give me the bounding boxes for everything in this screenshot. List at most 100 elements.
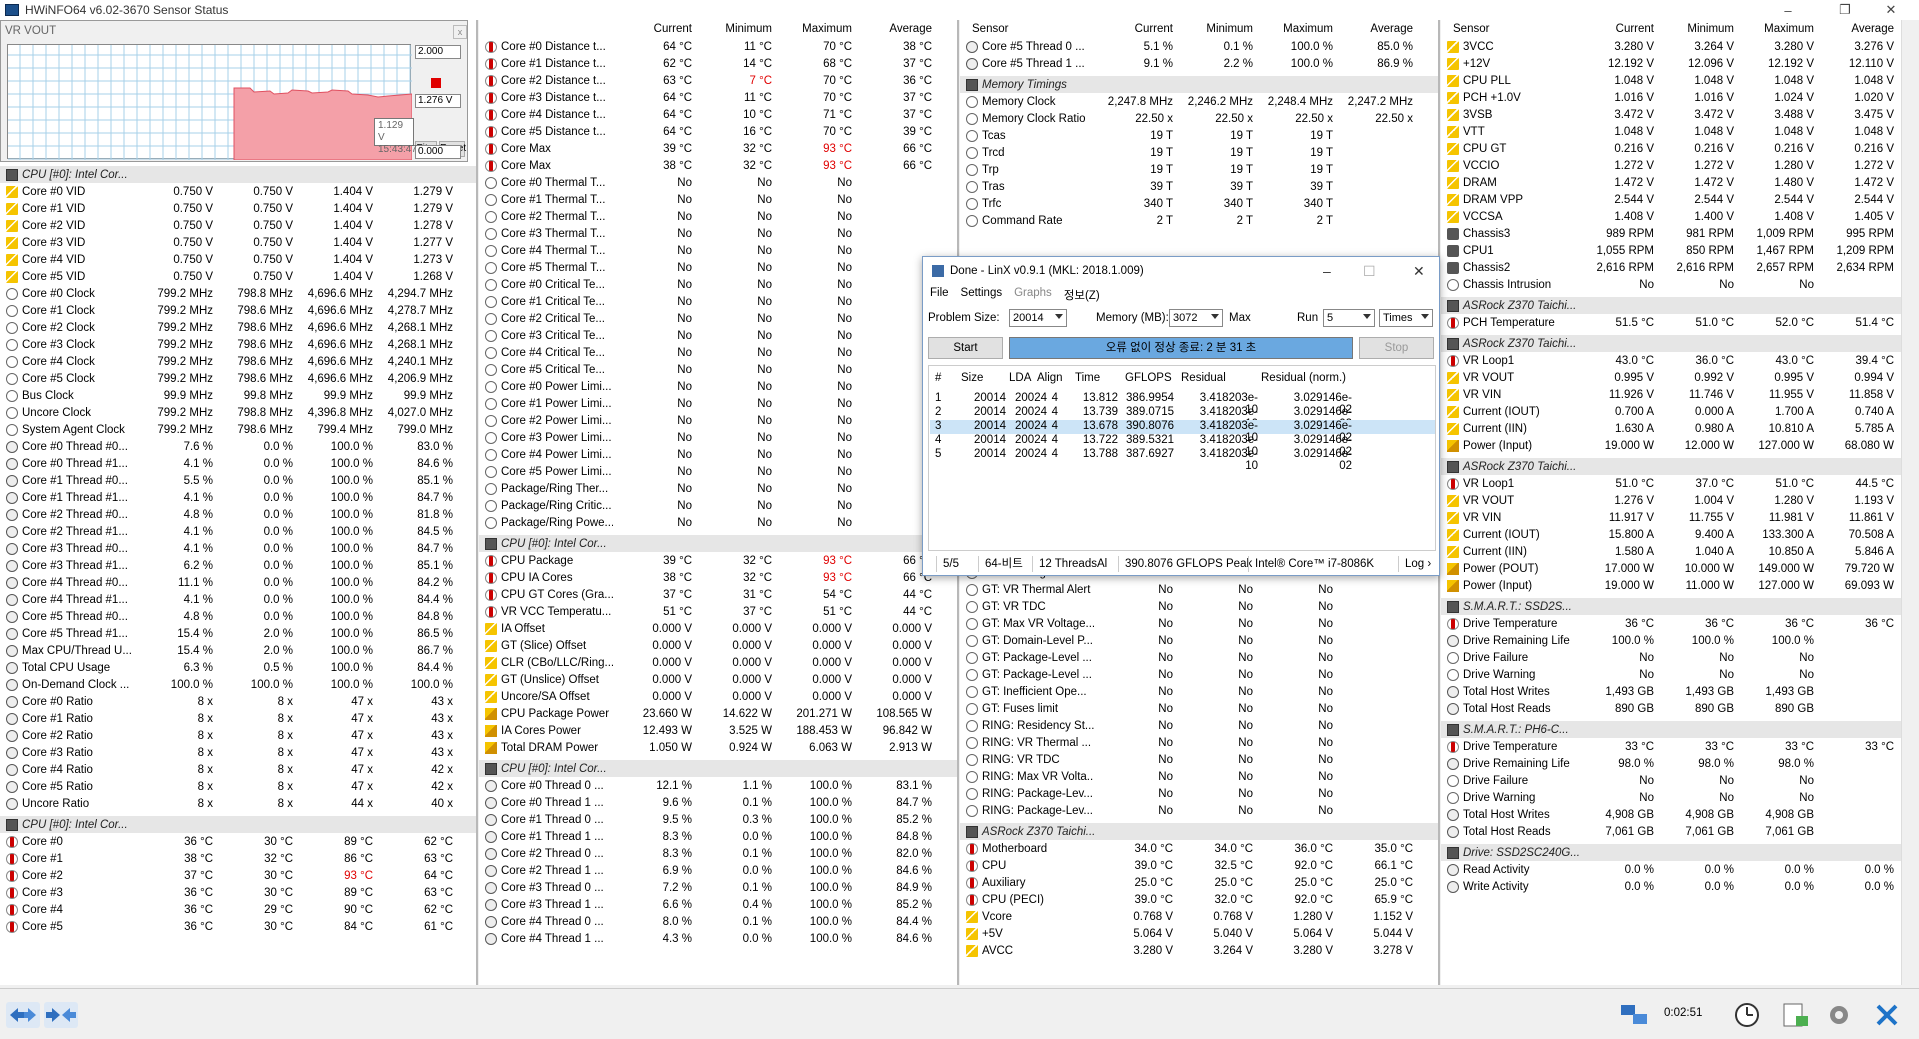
- sensor-row[interactable]: Core #1 Thread #1... 4.1 % 0.0 % 100.0 % 84.…: [0, 489, 476, 506]
- sensor-row[interactable]: GT: Max VR Voltage... No No No: [960, 615, 1438, 632]
- sensor-row[interactable]: CPU IA Cores 38 °C 32 °C 93 °C 66 °C: [479, 569, 957, 586]
- sensor-row[interactable]: Write Activity 0.0 % 0.0 % 0.0 % 0.0 %: [1441, 878, 1919, 895]
- sensor-row[interactable]: 3VCC 3.280 V 3.264 V 3.280 V 3.276 V: [1441, 38, 1919, 55]
- sensor-row[interactable]: Motherboard 34.0 °C 34.0 °C 36.0 °C 35.0 °C: [960, 840, 1438, 857]
- sensor-row[interactable]: VCCSA 1.408 V 1.400 V 1.408 V 1.405 V: [1441, 208, 1919, 225]
- sensor-row[interactable]: Current (IOUT) 0.700 A 0.000 A 1.700 A 0.740…: [1441, 403, 1919, 420]
- graph-min-box[interactable]: 0.000: [415, 145, 461, 159]
- status-field[interactable]: Log ›: [1398, 556, 1431, 572]
- sensor-row[interactable]: GT (Slice) Offset 0.000 V 0.000 V 0.000 V 0.…: [479, 637, 957, 654]
- menu-info[interactable]: 정보(Z): [1064, 287, 1100, 303]
- sensor-row[interactable]: Core #5 VID 0.750 V 0.750 V 1.404 V 1.268 V: [0, 268, 476, 285]
- sensor-row[interactable]: +5V 5.064 V 5.040 V 5.064 V 5.044 V: [960, 925, 1438, 942]
- sensor-row[interactable]: CPU PLL 1.048 V 1.048 V 1.048 V 1.048 V: [1441, 72, 1919, 89]
- sensor-row[interactable]: IA Offset 0.000 V 0.000 V 0.000 V 0.000 V: [479, 620, 957, 637]
- sensor-row[interactable]: Core #1 Thermal T... No No No: [479, 191, 957, 208]
- group-header[interactable]: ASRock Z370 Taichi...: [1441, 335, 1919, 352]
- sensor-row[interactable]: Drive Failure No No No: [1441, 649, 1919, 666]
- sensor-row[interactable]: VR VOUT 1.276 V 1.004 V 1.280 V 1.193 V: [1441, 492, 1919, 509]
- sensor-row[interactable]: Core #0 VID 0.750 V 0.750 V 1.404 V 1.279 V: [0, 183, 476, 200]
- sensor-row[interactable]: Core #4 36 °C 29 °C 90 °C 62 °C: [0, 901, 476, 918]
- sensor-row[interactable]: Package/Ring Critic... No No No: [479, 497, 957, 514]
- sensor-row[interactable]: Core #4 Thermal T... No No No: [479, 242, 957, 259]
- sensor-row[interactable]: Total Host Writes 1,493 GB 1,493 GB 1,493 G…: [1441, 683, 1919, 700]
- sensor-row[interactable]: On-Demand Clock ... 100.0 % 100.0 % 100.0 %…: [0, 676, 476, 693]
- results-row[interactable]: 22001420024413.739389.07153.418203e-103.…: [930, 406, 1435, 430]
- sensor-row[interactable]: RING: Residency St... No No No: [960, 717, 1438, 734]
- sensor-row[interactable]: Core #5 Clock 799.2 MHz 798.6 MHz 4,696.6 M…: [0, 370, 476, 387]
- sensor-row[interactable]: Drive Remaining Life 100.0 % 100.0 % 100.0 …: [1441, 632, 1919, 649]
- sensor-row[interactable]: Core #3 Distance t... 64 °C 11 °C 70 °C 37 °…: [479, 89, 957, 106]
- sensor-row[interactable]: Core #1 Thread #0... 5.5 % 0.0 % 100.0 % 85.…: [0, 472, 476, 489]
- sensor-row[interactable]: CPU Package 39 °C 32 °C 93 °C 66 °C: [479, 552, 957, 569]
- linx-minimize-button[interactable]: –: [1323, 263, 1331, 279]
- sensor-row[interactable]: Tras 39 T 39 T 39 T: [960, 178, 1438, 195]
- sensor-row[interactable]: Core #0 36 °C 30 °C 89 °C 62 °C: [0, 833, 476, 850]
- sensor-row[interactable]: Uncore Ratio 8 x 8 x 44 x 40 x: [0, 795, 476, 812]
- group-header[interactable]: CPU [#0]: Intel Cor...: [0, 166, 476, 183]
- sensor-row[interactable]: IA Cores Power 12.493 W 3.525 W 188.453 W 96…: [479, 722, 957, 739]
- sensor-row[interactable]: 3VSB 3.472 V 3.472 V 3.488 V 3.475 V: [1441, 106, 1919, 123]
- graph-color-swatch[interactable]: [431, 78, 441, 88]
- sensor-row[interactable]: Core #4 Power Limi... No No No: [479, 446, 957, 463]
- group-header[interactable]: Drive: SSD2SC240G...: [1441, 844, 1919, 861]
- sensor-row[interactable]: Power (Input) 19.000 W 11.000 W 127.000 W 69…: [1441, 577, 1919, 594]
- sensor-row[interactable]: Core #0 Thread #0... 7.6 % 0.0 % 100.0 % 83.…: [0, 438, 476, 455]
- sensor-row[interactable]: CPU1 1,055 RPM 850 RPM 1,467 RPM 1,209 RPM: [1441, 242, 1919, 259]
- sensor-row[interactable]: Bus Clock 99.9 MHz 99.8 MHz 99.9 MHz 99.9 MH…: [0, 387, 476, 404]
- sensor-row[interactable]: GT (Unslice) Offset 0.000 V 0.000 V 0.000 V…: [479, 671, 957, 688]
- sensor-row[interactable]: Chassis Intrusion No No No: [1441, 276, 1919, 293]
- sensor-row[interactable]: GT: Package-Level ... No No No: [960, 666, 1438, 683]
- sensor-row[interactable]: Core #5 Power Limi... No No No: [479, 463, 957, 480]
- sensor-row[interactable]: Core #4 VID 0.750 V 0.750 V 1.404 V 1.273 V: [0, 251, 476, 268]
- sensor-row[interactable]: VR VOUT 0.995 V 0.992 V 0.995 V 0.994 V: [1441, 369, 1919, 386]
- sensor-row[interactable]: Core #0 Clock 799.2 MHz 798.8 MHz 4,696.6 M…: [0, 285, 476, 302]
- times-select[interactable]: Times: [1379, 309, 1433, 327]
- sensor-row[interactable]: Drive Warning No No No: [1441, 666, 1919, 683]
- sensor-row[interactable]: Uncore Clock 799.2 MHz 798.8 MHz 4,396.8 MH…: [0, 404, 476, 421]
- linx-window[interactable]: Done - LinX v0.9.1 (MKL: 2018.1.009) – ☐…: [922, 256, 1440, 576]
- sensor-row[interactable]: CPU (PECI) 39.0 °C 32.0 °C 92.0 °C 65.9 °C: [960, 891, 1438, 908]
- sensor-row[interactable]: Core #5 36 °C 30 °C 84 °C 61 °C: [0, 918, 476, 935]
- sensor-row[interactable]: Core #4 Thread 0 ... 8.0 % 0.1 % 100.0 % 84.…: [479, 913, 957, 930]
- stop-button[interactable]: Stop: [1359, 337, 1434, 359]
- sensor-row[interactable]: Core #5 Critical Te... No No No: [479, 361, 957, 378]
- sensor-row[interactable]: Core #3 Ratio 8 x 8 x 47 x 43 x: [0, 744, 476, 761]
- sensor-row[interactable]: Core #3 Thread 1 ... 6.6 % 0.4 % 100.0 % 85.…: [479, 896, 957, 913]
- results-row[interactable]: 5 20014 20024 4 13.788 387.6927 3.418203e-10 3.…: [930, 448, 1435, 472]
- sensor-row[interactable]: PCH +1.0V 1.016 V 1.016 V 1.024 V 1.020 V: [1441, 89, 1919, 106]
- sensor-row[interactable]: Core #3 Thermal T... No No No: [479, 225, 957, 242]
- sensor-row[interactable]: Tcas 19 T 19 T 19 T: [960, 127, 1438, 144]
- sensor-row[interactable]: Core #4 Thread #0... 11.1 % 0.0 % 100.0 % 84…: [0, 574, 476, 591]
- sensor-row[interactable]: Read Activity 0.0 % 0.0 % 0.0 % 0.0 %: [1441, 861, 1919, 878]
- sensor-row[interactable]: PCH Temperature 51.5 °C 51.0 °C 52.0 °C 51.4…: [1441, 314, 1919, 331]
- sensor-row[interactable]: Core #0 Thread 0 ... 12.1 % 1.1 % 100.0 % 83…: [479, 777, 957, 794]
- sensor-row[interactable]: Package/Ring Ther... No No No: [479, 480, 957, 497]
- sensor-row[interactable]: Chassis3 989 RPM 981 RPM 1,009 RPM 995 RPM: [1441, 225, 1919, 242]
- arrows-inward-icon[interactable]: [44, 1002, 78, 1028]
- sensor-row[interactable]: CPU GT 0.216 V 0.216 V 0.216 V 0.216 V: [1441, 140, 1919, 157]
- sensor-row[interactable]: DRAM 1.472 V 1.472 V 1.480 V 1.472 V: [1441, 174, 1919, 191]
- sensor-row[interactable]: Auxiliary 25.0 °C 25.0 °C 25.0 °C 25.0 °C: [960, 874, 1438, 891]
- sensor-row[interactable]: Current (IOUT) 15.800 A 9.400 A 133.300 A 70…: [1441, 526, 1919, 543]
- sensor-row[interactable]: Core #3 Critical Te... No No No: [479, 327, 957, 344]
- sensor-row[interactable]: +12V 12.192 V 12.096 V 12.192 V 12.110 V: [1441, 55, 1919, 72]
- sensor-row[interactable]: Core #0 Critical Te... No No No: [479, 276, 957, 293]
- sensor-row[interactable]: GT: Inefficient Ope... No No No: [960, 683, 1438, 700]
- sensor-row[interactable]: Core #3 Thread #1... 6.2 % 0.0 % 100.0 % 85.…: [0, 557, 476, 574]
- sensor-row[interactable]: Core #5 Thread #1... 15.4 % 2.0 % 100.0 % 86…: [0, 625, 476, 642]
- network-icon[interactable]: [1618, 1002, 1652, 1028]
- sensor-row[interactable]: Core #5 Thread 1 ... 9.1 % 2.2 % 100.0 % 86.…: [960, 55, 1438, 72]
- memory-select[interactable]: 3072: [1169, 309, 1223, 327]
- sensor-row[interactable]: RING: Max VR Volta... No No No: [960, 768, 1438, 785]
- graph-window[interactable]: VR VOUT x 2.000 1.276 V Fit y Reset 0.00…: [0, 20, 468, 162]
- sensor-row[interactable]: CPU GT Cores (Gra... 37 °C 31 °C 54 °C 44 °C: [479, 586, 957, 603]
- sensor-row[interactable]: Core #0 Thermal T... No No No: [479, 174, 957, 191]
- sensor-row[interactable]: Core #0 Power Limi... No No No: [479, 378, 957, 395]
- sensor-row[interactable]: Core #3 Clock 799.2 MHz 798.6 MHz 4,696.6 M…: [0, 336, 476, 353]
- group-header[interactable]: S.M.A.R.T.: PH6-C...: [1441, 721, 1919, 738]
- sensor-row[interactable]: Core #2 Thread 1 ... 6.9 % 0.0 % 100.0 % 84.…: [479, 862, 957, 879]
- sensor-row[interactable]: Drive Failure No No No: [1441, 772, 1919, 789]
- sensor-row[interactable]: Drive Temperature 36 °C 36 °C 36 °C 36 °C: [1441, 615, 1919, 632]
- sensor-row[interactable]: Total DRAM Power 1.050 W 0.924 W 6.063 W 2.9…: [479, 739, 957, 756]
